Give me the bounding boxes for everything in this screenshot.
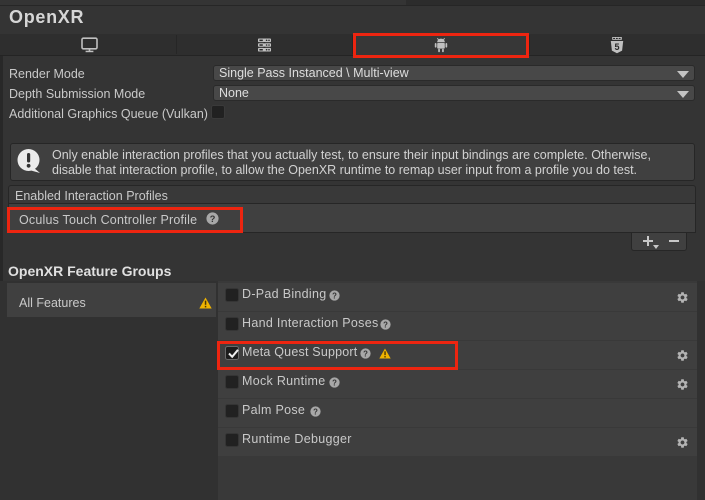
svg-text:?: ? (313, 407, 318, 416)
svg-text:?: ? (332, 378, 337, 387)
svg-text:?: ? (332, 291, 337, 300)
svg-text:5: 5 (614, 42, 619, 52)
svg-text:?: ? (383, 320, 388, 329)
